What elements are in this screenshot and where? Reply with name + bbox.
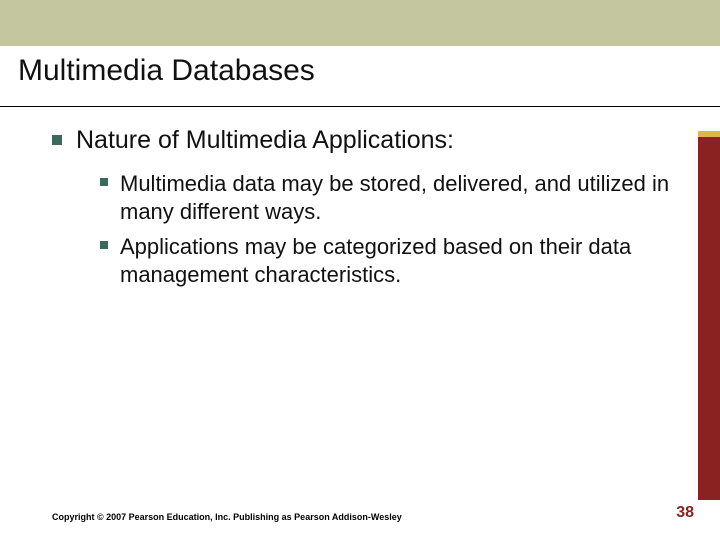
square-bullet-icon <box>52 135 62 145</box>
square-bullet-icon <box>100 178 108 186</box>
title-area: Multimedia Databases <box>0 46 720 107</box>
level1-text: Nature of Multimedia Applications: <box>76 125 454 156</box>
slide-title: Multimedia Databases <box>18 54 702 88</box>
level1-item: Nature of Multimedia Applications: <box>52 125 680 156</box>
content-area: Nature of Multimedia Applications: Multi… <box>0 107 720 289</box>
level2-item: Multimedia data may be stored, delivered… <box>100 170 680 226</box>
level2-text: Multimedia data may be stored, delivered… <box>120 170 680 226</box>
level2-list: Multimedia data may be stored, delivered… <box>52 166 680 289</box>
level2-text: Applications may be categorized based on… <box>120 233 680 289</box>
footer: Copyright © 2007 Pearson Education, Inc.… <box>0 504 720 522</box>
top-decorative-band <box>0 0 720 46</box>
level2-item: Applications may be categorized based on… <box>100 233 680 289</box>
copyright-text: Copyright © 2007 Pearson Education, Inc.… <box>52 512 402 522</box>
square-bullet-icon <box>100 241 108 249</box>
page-number: 38 <box>676 504 694 522</box>
